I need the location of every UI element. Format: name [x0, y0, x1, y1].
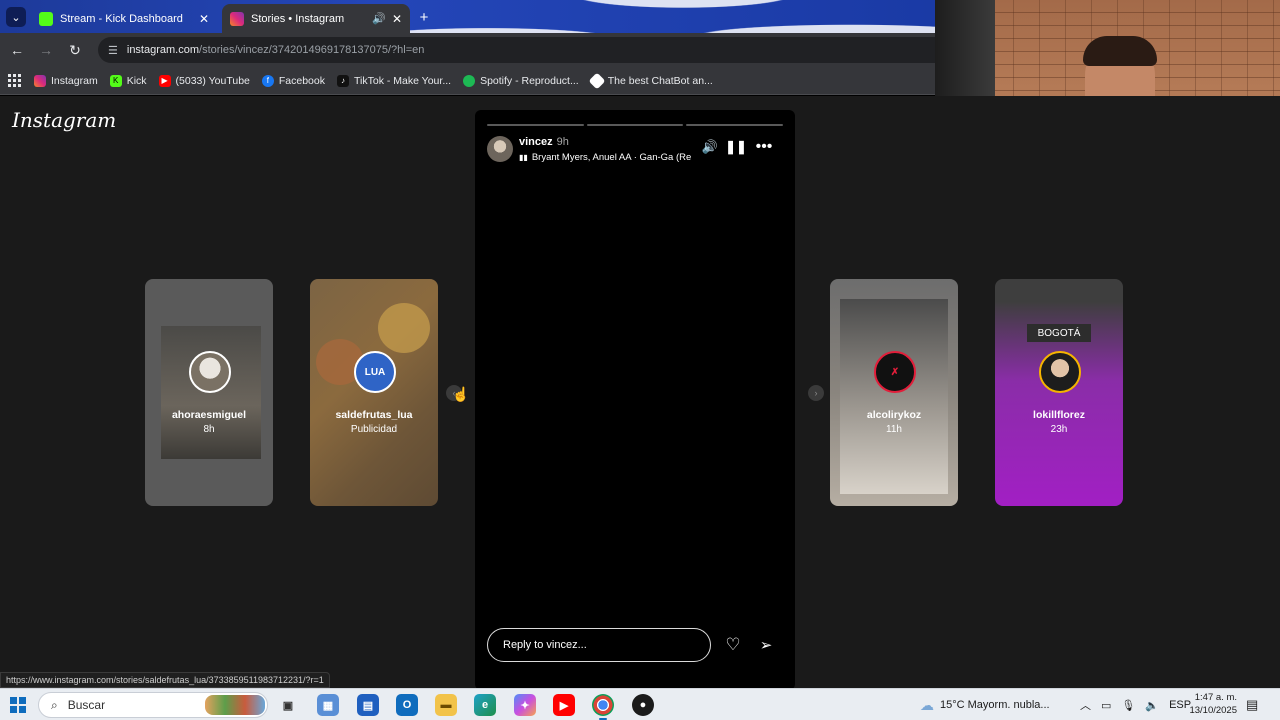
avatar[interactable]	[487, 136, 513, 162]
story-preview-ahoraesmiguel[interactable]: ahoraesmiguel 8h	[145, 279, 273, 506]
reply-input[interactable]: Reply to vincez...	[487, 628, 711, 662]
story-time: 8h	[203, 424, 215, 435]
tab-bar: ⌄ Stream - Kick Dashboard ✕ Stories • In…	[0, 0, 935, 33]
search-icon: ⌕	[51, 697, 58, 712]
avatar	[189, 351, 231, 393]
outlook-icon[interactable]: O	[396, 694, 418, 716]
microphone-icon: 🎙	[1121, 699, 1136, 712]
youtube-icon: ▶	[158, 74, 171, 87]
obs-icon[interactable]: ●	[632, 694, 654, 716]
tiktok-icon: ♪	[337, 74, 349, 87]
story-preview-saldefrutas-lua[interactable]: LUA saldefrutas_lua Publicidad	[310, 279, 438, 506]
weather-widget[interactable]: ☁ 15°C Mayorm. nubla...	[920, 689, 1050, 720]
search-highlight-image	[205, 695, 265, 715]
story-username: lokillflorez	[1033, 409, 1085, 421]
instagram-icon	[34, 74, 46, 87]
avatar	[1039, 351, 1081, 393]
browser-theme-decoration	[375, 0, 935, 33]
story-time: 11h	[886, 424, 902, 435]
tab-kick-dashboard[interactable]: Stream - Kick Dashboard ✕	[31, 4, 217, 33]
tab-instagram-stories[interactable]: Stories • Instagram 🔊 ✕	[222, 4, 410, 33]
widgets-icon[interactable]: ▦	[317, 694, 339, 716]
tab-title: Stream - Kick Dashboard	[60, 12, 183, 25]
story-time: 23h	[1050, 424, 1068, 435]
music-bars-icon: ▮▮	[519, 153, 528, 162]
instagram-icon	[230, 11, 244, 26]
close-tab-icon[interactable]: ✕	[392, 12, 402, 26]
facebook-icon: f	[261, 74, 274, 87]
chrome-icon[interactable]	[592, 694, 614, 720]
store-icon[interactable]: ▤	[357, 694, 379, 716]
more-options-icon[interactable]: •••	[755, 138, 773, 156]
instagram-stories-page: Instagram ahoraesmiguel 8h LUA saldefrut…	[0, 96, 1280, 690]
copilot-icon[interactable]: ✦	[514, 694, 536, 716]
cloud-icon: ☁	[920, 696, 934, 713]
bookmarks-bar: Instagram K Kick ▶ (5033) YouTube f Faceboo…	[0, 67, 935, 95]
tab-title: Stories • Instagram	[251, 12, 345, 25]
reload-button[interactable]: ↻	[64, 39, 86, 61]
bookmark-instagram[interactable]: Instagram	[34, 74, 98, 87]
address-bar[interactable]: ☰ instagram.com/stories/vincez/374201496…	[98, 37, 935, 63]
edge-icon[interactable]: e	[474, 694, 496, 716]
kick-icon	[39, 11, 53, 26]
story-preview-alcolirykoz[interactable]: ✗ alcolirykoz 11h	[830, 279, 958, 506]
apps-grid-icon[interactable]	[8, 73, 22, 88]
send-icon[interactable]: ➢	[755, 634, 777, 656]
browser-toolbar: ← → ↻ ☰ instagram.com/stories/vincez/374…	[0, 33, 935, 67]
story-progress	[487, 124, 784, 126]
battery-icon: ▭	[1101, 699, 1112, 712]
story-username: ahoraesmiguel	[171, 409, 247, 421]
bookmark-tiktok[interactable]: ♪ TikTok - Make Your...	[337, 74, 451, 87]
lua-logo: LUA	[354, 351, 396, 393]
notification-icon[interactable]: ▤	[1246, 689, 1258, 720]
clock[interactable]: 1:47 a. m. 13/10/2025	[1183, 691, 1237, 717]
bookmark-facebook[interactable]: f Facebook	[261, 74, 325, 87]
instagram-logo[interactable]: Instagram	[12, 108, 116, 132]
alcolirykoz-logo: ✗	[874, 351, 916, 393]
screen: ⌄ Stream - Kick Dashboard ✕ Stories • In…	[0, 0, 1280, 720]
link-status-bar: https://www.instagram.com/stories/saldef…	[0, 672, 330, 688]
system-tray[interactable]: ︿ ▭ 🎙 🔈 ESP	[1080, 689, 1191, 720]
speaker-icon: 🔈	[1145, 699, 1160, 712]
kick-icon: K	[109, 74, 122, 87]
location-tag: BOGOTÁ	[1027, 324, 1091, 342]
tab-search-button[interactable]: ⌄	[6, 7, 26, 27]
story-author[interactable]: vincez 9h	[519, 136, 569, 148]
youtube-app-icon[interactable]: ▶	[553, 694, 575, 716]
bookmark-kick[interactable]: K Kick	[109, 74, 147, 87]
chevron-up-icon: ︿	[1080, 700, 1091, 712]
back-button[interactable]: ←	[6, 39, 28, 61]
file-explorer-icon[interactable]: ▬	[435, 694, 457, 716]
bookmark-chatbot[interactable]: The best ChatBot an...	[588, 72, 713, 89]
heart-icon[interactable]: ♡	[722, 634, 744, 656]
story-music[interactable]: ▮▮ Bryant Myers, Anuel AA · Gan-Ga (Re	[519, 152, 694, 163]
task-view-icon[interactable]: ▣	[277, 694, 299, 716]
story-viewer[interactable]: vincez 9h ▮▮ Bryant Myers, Anuel AA · Gan-…	[475, 110, 795, 690]
story-username: alcolirykoz	[866, 409, 922, 421]
pointer-cursor-icon: ☝	[452, 386, 470, 402]
close-tab-icon[interactable]: ✕	[199, 12, 209, 26]
windows-start-icon[interactable]	[10, 697, 26, 713]
windows-taskbar: ⌕ Buscar ▣ ▦ ▤ O ▬ e ✦ ▶ ● ☁ 15°C Mayorm…	[0, 688, 1280, 720]
next-story-button[interactable]: ›	[808, 385, 824, 401]
sponsored-label: Publicidad	[350, 424, 398, 435]
new-tab-button[interactable]: +	[414, 7, 434, 27]
bookmark-youtube[interactable]: ▶ (5033) YouTube	[158, 74, 250, 87]
chatbot-icon	[588, 72, 606, 89]
tab-audio-icon[interactable]: 🔊	[372, 12, 386, 25]
forward-button[interactable]: →	[35, 39, 57, 61]
url-text: instagram.com/stories/vincez/37420149691…	[126, 44, 425, 56]
volume-icon[interactable]: 🔊	[701, 138, 719, 156]
spotify-icon	[463, 74, 476, 87]
pause-icon[interactable]: ❚❚	[725, 138, 747, 156]
bookmark-spotify[interactable]: Spotify - Reproduct...	[463, 74, 579, 87]
site-info-icon[interactable]: ☰	[108, 44, 118, 57]
story-username: saldefrutas_lua	[335, 409, 413, 421]
story-preview-lokillflorez[interactable]: BOGOTÁ lokillflorez 23h	[995, 279, 1123, 506]
taskbar-search[interactable]: ⌕ Buscar	[38, 692, 268, 718]
